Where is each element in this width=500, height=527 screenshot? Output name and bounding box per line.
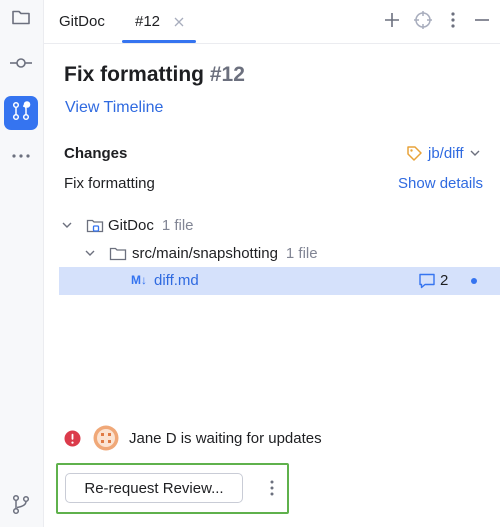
rerequest-review-button[interactable]: Re-request Review... (65, 473, 243, 503)
git-branches-button[interactable] (4, 489, 38, 523)
comment-icon[interactable] (418, 272, 436, 290)
project-button[interactable] (4, 2, 38, 36)
tab-bar: GitDoc #12 (44, 0, 500, 44)
view-timeline-link[interactable]: View Timeline (65, 99, 163, 117)
page-title: Fix formatting #12 (64, 63, 245, 87)
comment-count: 2 (440, 272, 449, 289)
branch-name: jb/diff (428, 145, 464, 162)
root-name: GitDoc (108, 217, 154, 234)
waiting-message: Jane D is waiting for updates (129, 429, 322, 447)
avatar (93, 425, 119, 451)
tree-node-file[interactable]: M↓ diff.md 2 (59, 267, 500, 295)
chevron-down-icon[interactable] (85, 250, 95, 257)
unread-dot-icon (471, 278, 477, 284)
chevron-down-icon[interactable] (62, 222, 72, 229)
commit-icon (9, 52, 33, 79)
active-tab-indicator (122, 40, 196, 43)
tree-node-root[interactable]: GitDoc 1 file (62, 217, 194, 234)
review-status: Jane D is waiting for updates (64, 425, 322, 451)
chevron-down-icon (470, 150, 480, 157)
more-vertical-icon[interactable] (268, 479, 276, 497)
folder-icon (109, 246, 127, 262)
pr-number: #12 (209, 63, 245, 86)
commit-message: Fix formatting (64, 175, 155, 192)
markdown-file-icon: M↓ (131, 273, 147, 287)
close-icon[interactable] (174, 17, 184, 27)
file-name: diff.md (154, 272, 199, 289)
changes-heading: Changes (64, 145, 128, 162)
minimize-icon[interactable] (471, 9, 493, 31)
branch-selector[interactable]: jb/diff (406, 145, 480, 162)
crosshair-icon[interactable] (412, 9, 434, 31)
plus-icon[interactable] (381, 9, 403, 31)
error-icon (64, 430, 81, 447)
tab-pr-12[interactable]: #12 (135, 0, 184, 43)
show-details-link[interactable]: Show details (398, 175, 483, 192)
tool-window-sidebar (0, 0, 44, 527)
root-file-count: 1 file (161, 217, 194, 234)
more-horizontal-icon (10, 145, 32, 172)
git-branch-icon (10, 493, 32, 520)
pull-requests-button[interactable] (4, 96, 38, 130)
tab-gitdoc-label: GitDoc (59, 13, 105, 30)
pr-title: Fix formatting (64, 63, 204, 86)
tree-node-folder[interactable]: src/main/snapshotting 1 file (85, 245, 318, 262)
tag-icon (406, 145, 423, 162)
tab-pr-label: #12 (135, 13, 161, 30)
folder-icon (10, 6, 32, 33)
module-folder-icon (86, 218, 104, 234)
commit-button[interactable] (4, 48, 38, 82)
more-tools-button[interactable] (4, 141, 38, 175)
folder-name: src/main/snapshotting (132, 245, 278, 262)
folder-file-count: 1 file (285, 245, 318, 262)
tab-gitdoc[interactable]: GitDoc (59, 0, 105, 43)
pull-request-icon (10, 100, 32, 127)
more-vertical-icon[interactable] (442, 9, 464, 31)
